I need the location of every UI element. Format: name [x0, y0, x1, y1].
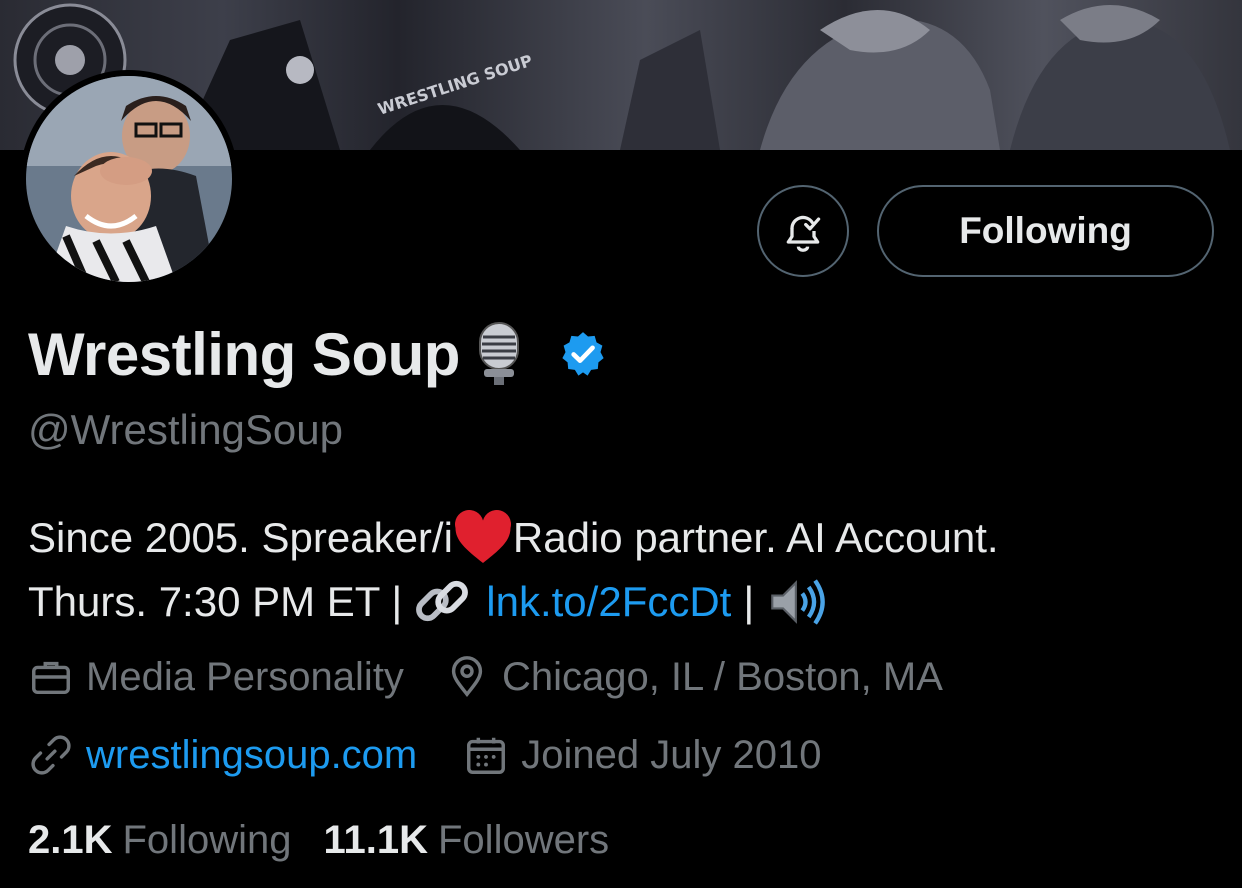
display-name: Wrestling Soup	[28, 320, 460, 388]
heart-emoji	[454, 510, 511, 563]
followers-label: Followers	[438, 818, 610, 862]
location-pin-icon	[451, 656, 483, 698]
profile-meta-row-1: Media Personality Chicago, IL / Boston, …	[28, 654, 943, 700]
profile-handle: @WrestlingSoup	[28, 406, 343, 453]
speaker-emoji	[771, 579, 826, 625]
location-text: Chicago, IL / Boston, MA	[501, 654, 943, 699]
followers-count: 11.1K	[323, 818, 428, 862]
notifications-button[interactable]	[757, 185, 849, 277]
profile-joined: Joined July 2010	[463, 732, 821, 778]
verified-badge-icon[interactable]	[558, 329, 608, 379]
bio-text: Thurs. 7:30 PM ET |	[28, 578, 403, 625]
bio-text: |	[743, 578, 755, 625]
calendar-icon	[467, 737, 506, 774]
bell-check-icon	[786, 215, 821, 252]
profile-stats: 2.1K Following 11.1K Followers	[28, 818, 609, 863]
profile-bio: Since 2005. Spreaker/i Radio partner. AI…	[28, 506, 999, 634]
briefcase-icon	[32, 661, 70, 695]
following-stat[interactable]: 2.1K Following	[28, 818, 291, 863]
bio-line-2: Thurs. 7:30 PM ET | lnk.to/2FccDt |	[28, 570, 999, 634]
followers-stat[interactable]: 11.1K Followers	[323, 818, 609, 863]
bio-link[interactable]: lnk.to/2FccDt	[486, 570, 731, 634]
link-emoji	[416, 580, 469, 622]
bio-line-1: Since 2005. Spreaker/i Radio partner. AI…	[28, 506, 999, 570]
profile-location: Chicago, IL / Boston, MA	[444, 654, 943, 700]
profile-website[interactable]: wrestlingsoup.com	[28, 732, 417, 778]
profile-avatar[interactable]	[20, 70, 238, 288]
following-count: 2.1K	[28, 818, 113, 862]
profile-category: Media Personality	[28, 654, 404, 700]
profile-name-row: Wrestling Soup	[28, 318, 608, 390]
website-link[interactable]: wrestlingsoup.com	[86, 733, 417, 778]
joined-text: Joined July 2010	[521, 732, 822, 777]
bio-text: Radio partner. AI Account.	[512, 514, 999, 561]
following-button[interactable]: Following	[877, 185, 1214, 277]
bio-text: Since 2005. Spreaker/i	[28, 514, 453, 561]
category-text: Media Personality	[86, 654, 404, 699]
profile-meta-row-2: wrestlingsoup.com Joined July 2010	[28, 732, 821, 778]
link-icon	[31, 735, 71, 775]
studio-microphone-emoji	[478, 322, 519, 385]
following-label: Following	[122, 818, 292, 862]
